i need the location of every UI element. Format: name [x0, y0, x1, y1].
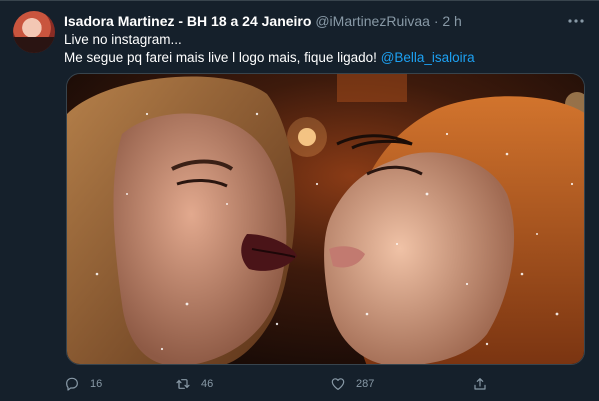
tweet-header: Isadora Martinez - BH 18 a 24 Janeiro @i… [64, 12, 584, 30]
heart-icon [331, 378, 345, 390]
like-button[interactable]: 287 [330, 374, 374, 394]
tweet-actions: 16 46 287 [64, 374, 584, 394]
display-name[interactable]: Isadora Martinez - BH 18 a 24 Janeiro [64, 13, 311, 29]
media-image[interactable] [67, 74, 585, 365]
retweet-icon [176, 379, 190, 389]
reply-button[interactable]: 16 [64, 374, 102, 394]
tweet-text: Live no instagram... Me segue pq farei m… [64, 31, 584, 67]
tweet-text-line-2: Me segue pq farei mais live l logo mais,… [64, 49, 584, 67]
user-handle[interactable]: @iMartinezRuivaa [315, 13, 430, 29]
retweet-button[interactable]: 46 [175, 374, 213, 394]
avatar[interactable] [13, 11, 55, 53]
separator-dot: · [433, 13, 439, 29]
reply-icon [66, 377, 78, 391]
share-icon [474, 378, 486, 390]
mention-link[interactable]: @Bella_isaloira [381, 50, 475, 65]
more-horizontal-icon[interactable] [567, 14, 585, 28]
tweet-media[interactable] [66, 73, 585, 365]
like-count: 287 [356, 378, 375, 390]
timestamp[interactable]: 2 h [442, 13, 461, 29]
share-button[interactable] [472, 374, 498, 394]
retweet-count: 46 [201, 378, 214, 390]
tweet-text-body: Me segue pq farei mais live l logo mais,… [64, 50, 377, 65]
reply-count: 16 [90, 378, 103, 390]
tweet-card[interactable]: Isadora Martinez - BH 18 a 24 Janeiro @i… [0, 0, 599, 401]
tweet-text-line-1: Live no instagram... [64, 32, 182, 47]
